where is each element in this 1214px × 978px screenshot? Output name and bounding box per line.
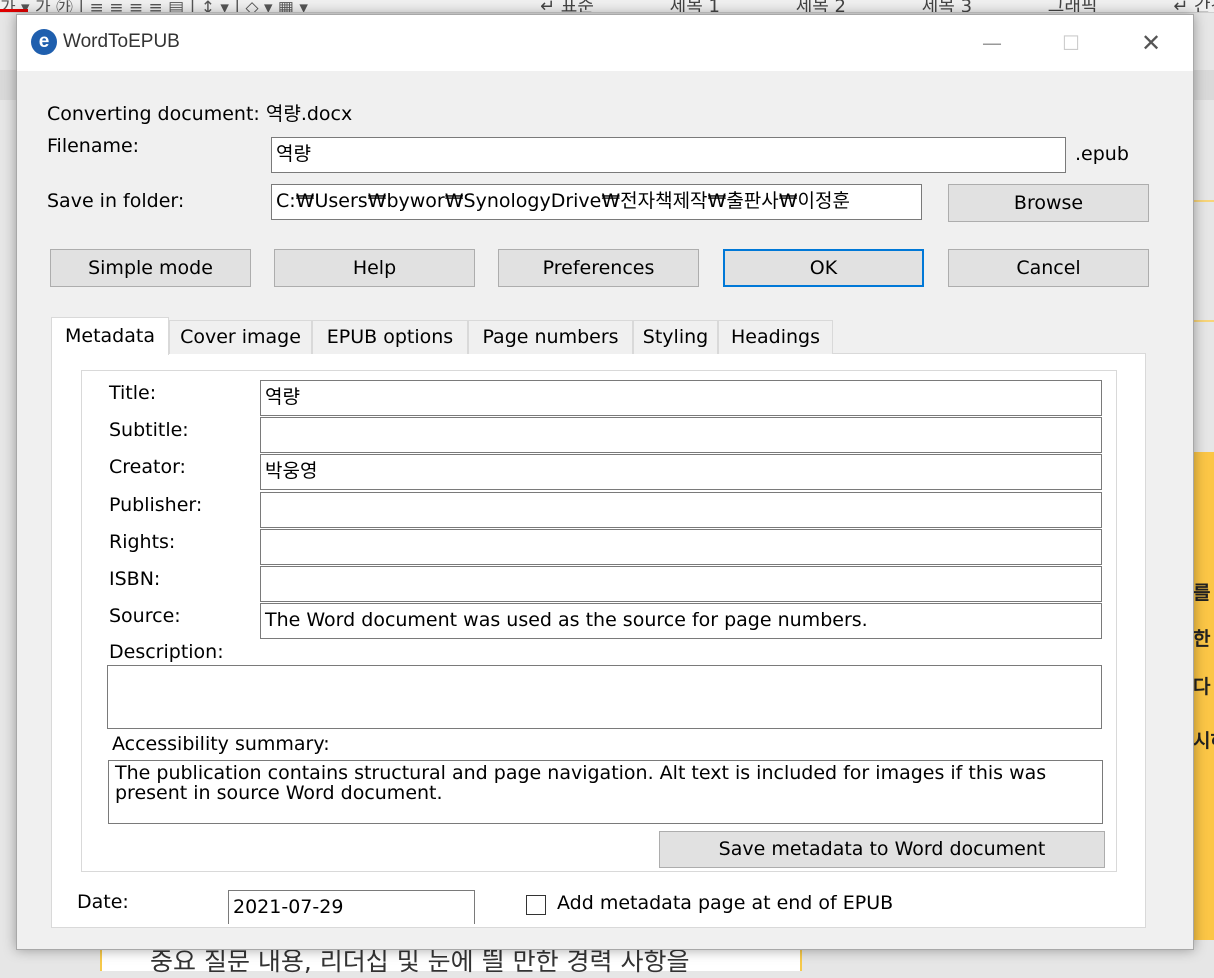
browse-button[interactable]: Browse: [948, 184, 1149, 222]
cancel-button[interactable]: Cancel: [948, 249, 1149, 287]
wordtoepub-dialog: e WordToEPUB — ☐ ✕ Converting document: …: [16, 14, 1194, 950]
accessibility-summary-label: Accessibility summary:: [112, 733, 330, 755]
ok-button[interactable]: OK: [723, 249, 924, 287]
tab-metadata[interactable]: Metadata: [51, 317, 169, 355]
toolbar-format-icons: 가 ▾ 가 ㉮ | ≡ ≡ ≡ ≡ ▤ | ↕ ▾ | ◇ ▾ ▦ ▾: [0, 0, 308, 13]
save-folder-label: Save in folder:: [47, 190, 185, 212]
converting-document-label: Converting document: 역량.docx: [47, 103, 353, 125]
background-side-text: 를: [1193, 582, 1211, 604]
save-metadata-button[interactable]: Save metadata to Word document: [659, 831, 1105, 868]
simple-mode-button[interactable]: Simple mode: [50, 249, 251, 287]
publisher-field[interactable]: [260, 492, 1102, 528]
background-side-text: 시하: [1193, 730, 1214, 752]
style-gallery-item[interactable]: 제목 1: [670, 0, 720, 12]
minimize-icon[interactable]: —: [968, 25, 1016, 61]
subtitle-label: Subtitle:: [109, 419, 189, 441]
wordtoepub-logo-icon: e: [31, 29, 57, 55]
tab-epub-options[interactable]: EPUB options: [312, 320, 468, 354]
tab-page-numbers[interactable]: Page numbers: [468, 320, 633, 354]
tab-styling[interactable]: Styling: [633, 320, 718, 354]
date-label: Date:: [77, 891, 129, 913]
title-bar[interactable]: e WordToEPUB — ☐ ✕: [17, 15, 1193, 71]
filename-label: Filename:: [47, 135, 140, 157]
font-color-indicator: [0, 9, 28, 12]
creator-field[interactable]: 박웅영: [260, 454, 1102, 490]
preferences-button[interactable]: Preferences: [498, 249, 699, 287]
description-field[interactable]: [107, 665, 1102, 729]
style-gallery-item[interactable]: ↵ 표준: [540, 0, 594, 12]
date-field[interactable]: 2021-07-29: [228, 890, 475, 924]
publisher-label: Publisher:: [109, 494, 203, 516]
title-field[interactable]: 역량: [260, 380, 1102, 416]
save-folder-input[interactable]: C:₩Users₩bywor₩SynologyDrive₩전자책제작₩출판사₩이…: [271, 184, 922, 220]
rights-label: Rights:: [109, 531, 176, 553]
help-button[interactable]: Help: [274, 249, 475, 287]
tab-cover-image[interactable]: Cover image: [169, 320, 312, 354]
source-field[interactable]: The Word document was used as the source…: [260, 603, 1102, 639]
filename-input[interactable]: 역량: [271, 137, 1066, 173]
window-title: WordToEPUB: [63, 31, 180, 52]
background-toolbar: 가 ▾ 가 ㉮ | ≡ ≡ ≡ ≡ ▤ | ↕ ▾ | ◇ ▾ ▦ ▾ ↵ 표준…: [0, 0, 1214, 13]
rights-field[interactable]: [260, 529, 1102, 565]
subtitle-field[interactable]: [260, 417, 1102, 453]
background-divider: [1192, 200, 1214, 202]
background-divider: [1192, 320, 1214, 322]
add-metadata-page-label[interactable]: Add metadata page at end of EPUB: [557, 892, 893, 914]
style-gallery-item[interactable]: 제목 3: [922, 0, 972, 12]
style-gallery-item[interactable]: 제목 2: [796, 0, 846, 12]
background-side-text: 다: [1193, 676, 1211, 698]
source-label: Source:: [109, 605, 181, 627]
tab-headings[interactable]: Headings: [718, 320, 833, 354]
title-label: Title:: [109, 382, 157, 404]
accessibility-summary-field[interactable]: The publication contains structural and …: [108, 760, 1103, 824]
background-side-text: 한: [1193, 628, 1211, 650]
isbn-label: ISBN:: [109, 568, 161, 590]
filename-extension: .epub: [1075, 143, 1129, 165]
close-icon[interactable]: ✕: [1127, 25, 1175, 61]
style-gallery: ↵ 표준 제목 1 제목 2 제목 3 그래픽 ↵ 간격: [540, 0, 1214, 12]
maximize-icon: ☐: [1062, 31, 1080, 55]
description-label: Description:: [109, 641, 224, 663]
isbn-field[interactable]: [260, 566, 1102, 602]
style-gallery-item[interactable]: 그래픽: [1048, 0, 1098, 12]
add-metadata-page-checkbox[interactable]: [526, 895, 546, 915]
creator-label: Creator:: [109, 456, 186, 478]
style-gallery-item[interactable]: ↵ 간격: [1173, 0, 1214, 12]
